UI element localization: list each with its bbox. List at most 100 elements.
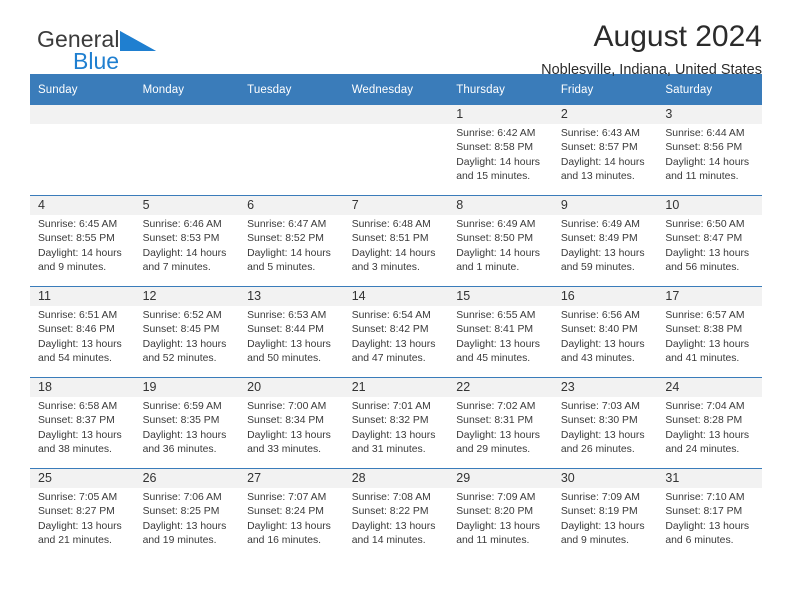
calendar-day-cell[interactable]: 25 Sunrise: 7:05 AM Sunset: 8:27 PM Dayligh… [30, 468, 135, 559]
calendar-day-cell[interactable]: 13 Sunrise: 6:53 AM Sunset: 8:44 PM Dayligh… [239, 286, 344, 378]
logo-top-row: General [37, 28, 156, 52]
calendar-day-cell[interactable]: 16 Sunrise: 6:56 AM Sunset: 8:40 PM Dayligh… [552, 286, 658, 378]
calendar-day-cell[interactable]: 3 Sunrise: 6:44 AM Sunset: 8:56 PM Daylight… [657, 105, 762, 196]
calendar-day-cell[interactable]: 15 Sunrise: 6:55 AM Sunset: 8:41 PM Dayligh… [448, 286, 553, 378]
day-cell-content: 20 Sunrise: 7:00 AM Sunset: 8:34 PM Dayligh… [239, 378, 344, 468]
day-details: Sunrise: 6:50 AM Sunset: 8:47 PM Daylight:… [657, 215, 762, 276]
daylight-duration: Daylight: 14 hours and 9 minutes. [38, 247, 122, 274]
day-number: 9 [552, 196, 658, 215]
calendar-day-cell[interactable]: 29 Sunrise: 7:09 AM Sunset: 8:20 PM Dayligh… [448, 468, 553, 559]
sunrise-time: Sunrise: 6:44 AM [665, 128, 745, 139]
day-number: 31 [657, 469, 762, 488]
sunset-time: Sunset: 8:32 PM [351, 415, 429, 427]
weekday-header-wednesday: Wednesday [343, 74, 449, 105]
page-header: General Blue August 2024 Noblesville, In… [30, 0, 762, 78]
sunset-time: Sunset: 8:41 PM [456, 324, 534, 336]
daylight-duration: Daylight: 14 hours and 11 minutes. [665, 156, 750, 183]
sunrise-time: Sunrise: 7:09 AM [456, 492, 536, 503]
calendar-day-cell[interactable]: 30 Sunrise: 7:09 AM Sunset: 8:19 PM Dayligh… [552, 468, 658, 559]
calendar-day-cell[interactable]: 9 Sunrise: 6:49 AM Sunset: 8:49 PM Daylight… [552, 195, 658, 287]
general-blue-logo[interactable]: General Blue [37, 28, 156, 73]
sunrise-time: Sunrise: 6:59 AM [142, 401, 222, 412]
day-number: 13 [239, 287, 344, 306]
calendar-day-cell[interactable]: 23 Sunrise: 7:03 AM Sunset: 8:30 PM Dayligh… [552, 377, 658, 469]
sunrise-time: Sunrise: 6:55 AM [456, 310, 536, 321]
calendar-day-cell[interactable]: 8 Sunrise: 6:49 AM Sunset: 8:50 PM Daylight… [448, 195, 553, 287]
day-cell-content: 31 Sunrise: 7:10 AM Sunset: 8:17 PM Dayligh… [657, 469, 762, 559]
title-block: August 2024 Noblesville, Indiana, United… [541, 20, 762, 80]
daylight-duration: Daylight: 13 hours and 19 minutes. [142, 520, 227, 547]
sunrise-time: Sunrise: 6:47 AM [247, 219, 327, 230]
day-number: 6 [239, 196, 344, 215]
sunrise-time: Sunrise: 7:06 AM [142, 492, 222, 503]
calendar-day-cell[interactable]: 17 Sunrise: 6:57 AM Sunset: 8:38 PM Dayligh… [657, 286, 762, 378]
calendar-day-cell[interactable]: 27 Sunrise: 7:07 AM Sunset: 8:24 PM Dayligh… [239, 468, 344, 559]
sunrise-time: Sunrise: 7:07 AM [247, 492, 327, 503]
day-cell-content: 24 Sunrise: 7:04 AM Sunset: 8:28 PM Dayligh… [657, 378, 762, 468]
sunrise-time: Sunrise: 6:53 AM [247, 310, 327, 321]
weekday-header-sunday: Sunday [30, 74, 135, 105]
day-details: Sunrise: 6:49 AM Sunset: 8:49 PM Daylight:… [553, 215, 658, 276]
day-number: 2 [552, 105, 658, 124]
day-cell-content: 5 Sunrise: 6:46 AM Sunset: 8:53 PM Daylight… [134, 196, 240, 286]
daylight-duration: Daylight: 14 hours and 15 minutes. [456, 156, 540, 183]
calendar-day-cell[interactable]: 26 Sunrise: 7:06 AM Sunset: 8:25 PM Dayligh… [134, 468, 240, 559]
calendar-day-cell[interactable]: 24 Sunrise: 7:04 AM Sunset: 8:28 PM Dayligh… [657, 377, 762, 469]
calendar-week-row: 11 Sunrise: 6:51 AM Sunset: 8:46 PM Dayligh… [30, 286, 762, 378]
day-number: 23 [552, 378, 658, 397]
daylight-duration: Daylight: 13 hours and 9 minutes. [560, 520, 645, 547]
calendar-day-cell[interactable]: 5 Sunrise: 6:46 AM Sunset: 8:53 PM Daylight… [134, 195, 240, 287]
daylight-duration: Daylight: 13 hours and 29 minutes. [456, 429, 540, 456]
calendar-day-cell[interactable]: 4 Sunrise: 6:45 AM Sunset: 8:55 PM Daylight… [30, 195, 135, 287]
sunset-time: Sunset: 8:51 PM [351, 233, 429, 245]
sunrise-time: Sunrise: 6:58 AM [38, 401, 118, 412]
sunrise-time: Sunrise: 6:42 AM [456, 128, 536, 139]
calendar-day-cell[interactable]: 20 Sunrise: 7:00 AM Sunset: 8:34 PM Dayligh… [239, 377, 344, 469]
day-number: 8 [448, 196, 553, 215]
daylight-duration: Daylight: 13 hours and 16 minutes. [247, 520, 331, 547]
calendar-day-cell[interactable]: 18 Sunrise: 6:58 AM Sunset: 8:37 PM Dayligh… [30, 377, 135, 469]
daylight-duration: Daylight: 13 hours and 24 minutes. [665, 429, 750, 456]
calendar-day-cell[interactable]: 7 Sunrise: 6:48 AM Sunset: 8:51 PM Daylight… [343, 195, 449, 287]
day-details: Sunrise: 6:55 AM Sunset: 8:41 PM Daylight:… [448, 306, 553, 367]
day-cell-content [239, 105, 344, 195]
day-cell-content: 9 Sunrise: 6:49 AM Sunset: 8:49 PM Daylight… [552, 196, 658, 286]
day-number: 21 [343, 378, 449, 397]
day-cell-content: 10 Sunrise: 6:50 AM Sunset: 8:47 PM Dayligh… [657, 196, 762, 286]
day-number: 5 [134, 196, 240, 215]
calendar-day-cell[interactable]: 22 Sunrise: 7:02 AM Sunset: 8:31 PM Dayligh… [448, 377, 553, 469]
day-details: Sunrise: 7:02 AM Sunset: 8:31 PM Daylight:… [448, 397, 553, 458]
day-cell-content: 27 Sunrise: 7:07 AM Sunset: 8:24 PM Dayligh… [239, 469, 344, 559]
sunset-time: Sunset: 8:57 PM [560, 142, 638, 154]
calendar-day-cell[interactable]: 12 Sunrise: 6:52 AM Sunset: 8:45 PM Dayligh… [134, 286, 240, 378]
calendar-week-row: 4 Sunrise: 6:45 AM Sunset: 8:55 PM Daylight… [30, 195, 762, 287]
sunset-time: Sunset: 8:38 PM [665, 324, 743, 336]
day-cell-content: 19 Sunrise: 6:59 AM Sunset: 8:35 PM Dayligh… [134, 378, 240, 468]
calendar-day-cell[interactable]: 19 Sunrise: 6:59 AM Sunset: 8:35 PM Dayligh… [134, 377, 240, 469]
page-title: August 2024 [593, 20, 762, 53]
day-number: 1 [448, 105, 553, 124]
calendar-day-cell[interactable]: 6 Sunrise: 6:47 AM Sunset: 8:52 PM Daylight… [239, 195, 344, 287]
day-details: Sunrise: 6:46 AM Sunset: 8:53 PM Daylight:… [135, 215, 240, 276]
calendar-day-cell[interactable]: 1 Sunrise: 6:42 AM Sunset: 8:58 PM Daylight… [448, 105, 553, 196]
calendar-day-cell[interactable]: 21 Sunrise: 7:01 AM Sunset: 8:32 PM Dayligh… [343, 377, 449, 469]
calendar-day-cell[interactable]: 11 Sunrise: 6:51 AM Sunset: 8:46 PM Dayligh… [30, 286, 135, 378]
day-details: Sunrise: 7:06 AM Sunset: 8:25 PM Daylight:… [135, 488, 240, 549]
sunset-time: Sunset: 8:56 PM [665, 142, 743, 154]
calendar-week-row: 25 Sunrise: 7:05 AM Sunset: 8:27 PM Dayligh… [30, 468, 762, 559]
day-details: Sunrise: 6:56 AM Sunset: 8:40 PM Daylight:… [553, 306, 658, 367]
sunset-time: Sunset: 8:17 PM [665, 506, 743, 518]
calendar-day-cell[interactable]: 28 Sunrise: 7:08 AM Sunset: 8:22 PM Dayligh… [343, 468, 449, 559]
sunrise-time: Sunrise: 7:05 AM [38, 492, 118, 503]
day-cell-content: 11 Sunrise: 6:51 AM Sunset: 8:46 PM Dayligh… [30, 287, 135, 377]
calendar-body: 1 Sunrise: 6:42 AM Sunset: 8:58 PM Daylight… [30, 105, 762, 559]
calendar-day-cell[interactable]: 2 Sunrise: 6:43 AM Sunset: 8:57 PM Daylight… [552, 105, 658, 196]
day-number: 19 [134, 378, 240, 397]
calendar-day-cell[interactable]: 10 Sunrise: 6:50 AM Sunset: 8:47 PM Dayligh… [657, 195, 762, 287]
sunset-time: Sunset: 8:31 PM [456, 415, 534, 427]
day-details: Sunrise: 7:10 AM Sunset: 8:17 PM Daylight:… [657, 488, 762, 549]
day-cell-content [343, 105, 449, 195]
calendar-day-cell[interactable]: 14 Sunrise: 6:54 AM Sunset: 8:42 PM Dayligh… [343, 286, 449, 378]
weekday-header-tuesday: Tuesday [239, 74, 344, 105]
calendar-day-cell[interactable]: 31 Sunrise: 7:10 AM Sunset: 8:17 PM Dayligh… [657, 468, 762, 559]
